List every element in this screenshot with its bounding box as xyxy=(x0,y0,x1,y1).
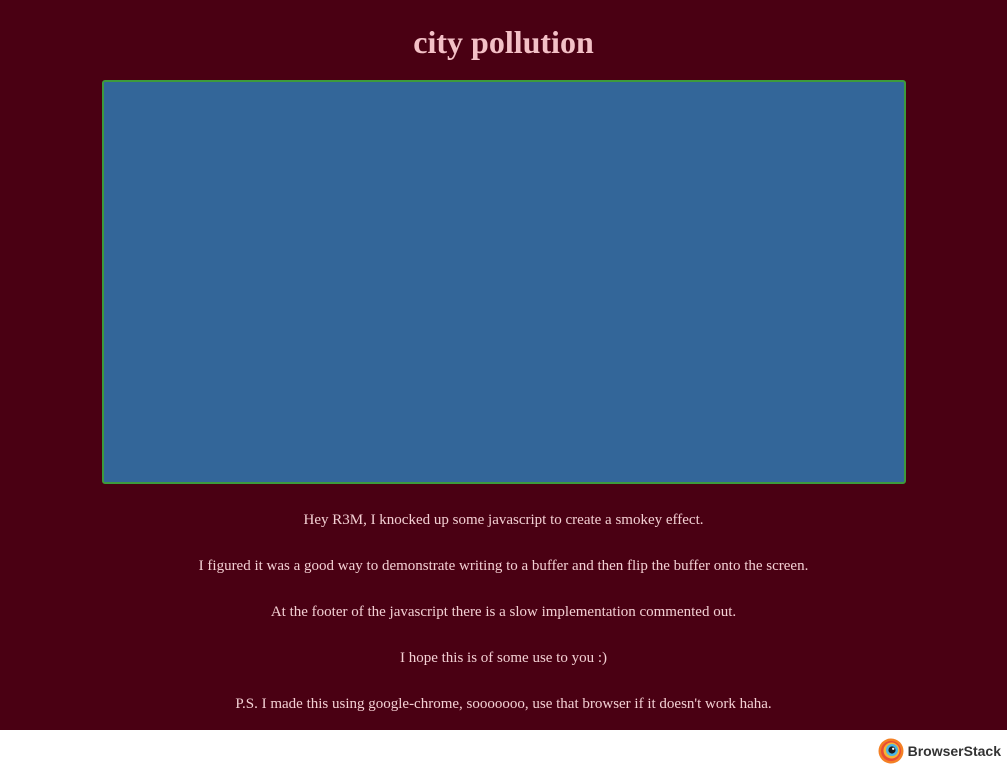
paragraph-postscript: P.S. I made this using google-chrome, so… xyxy=(235,696,772,712)
browserstack-footer: BrowserStack xyxy=(0,730,1007,770)
browserstack-label: BrowserStack xyxy=(907,743,1001,759)
paragraph-slow-implementation: At the footer of the javascript there is… xyxy=(270,604,737,620)
browserstack-logo[interactable]: BrowserStack xyxy=(878,738,1001,764)
paragraph-hope: I hope this is of some use to you :) xyxy=(399,650,608,666)
description-text: Hey R3M, I knocked up some javascript to… xyxy=(0,510,1007,740)
page-content: city pollution Hey R3M, I knocked up som… xyxy=(0,0,1007,730)
page-title: city pollution xyxy=(413,24,594,60)
paragraph-greeting: Hey R3M, I knocked up some javascript to… xyxy=(303,512,704,528)
smoke-canvas[interactable] xyxy=(102,80,906,484)
paragraph-buffer-explanation: I figured it was a good way to demonstra… xyxy=(198,558,809,574)
browserstack-logo-icon xyxy=(878,738,904,764)
